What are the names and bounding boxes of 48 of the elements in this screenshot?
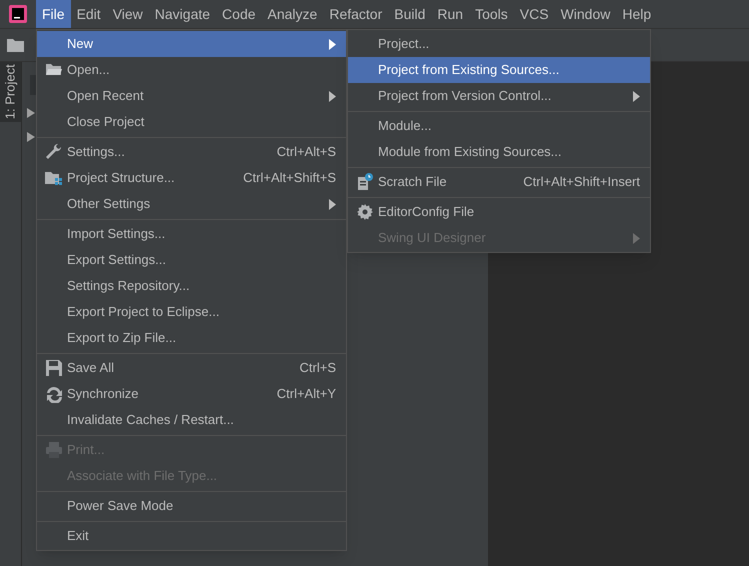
menu-item[interactable]: Save All Ctrl+S [37,355,346,381]
menu-item[interactable]: Run [431,0,470,28]
menu-item[interactable]: Export Project to Eclipse... [37,299,346,325]
expand-arrow-icon[interactable] [27,132,35,142]
menu-item[interactable]: Window [554,0,616,28]
menu-item[interactable]: Other Settings [37,191,346,217]
scratch-file-icon [356,173,374,191]
menu-item[interactable]: Invalidate Caches / Restart... [37,407,346,433]
menu-item[interactable]: Build [388,0,432,28]
menu-item[interactable]: Project from Version Control... [348,83,650,109]
printer-icon [45,441,63,459]
menu-item[interactable]: VCS [514,0,555,28]
menu-item[interactable]: Synchronize Ctrl+Alt+Y [37,381,346,407]
sync-icon [45,385,63,403]
menu-item[interactable]: Import Settings... [37,221,346,247]
menu-item[interactable]: Help [616,0,658,28]
app-logo-icon [9,5,27,23]
menu-item[interactable]: Exit [37,523,346,549]
expand-arrow-icon[interactable] [27,108,35,118]
menu-item[interactable]: Module... [348,113,650,139]
menu-item[interactable]: Project... [348,31,650,57]
menu-item[interactable]: Code [216,0,262,28]
menu-item[interactable]: Analyze [262,0,324,28]
menu-item[interactable]: Refactor [323,0,388,28]
menu-item[interactable]: Export to Zip File... [37,325,346,351]
menu-item[interactable]: Settings Repository... [37,273,346,299]
menu-item[interactable]: Project Structure... Ctrl+Alt+Shift+S [37,165,346,191]
menu-item[interactable]: Open Recent [37,83,346,109]
menu-item[interactable]: Settings... Ctrl+Alt+S [37,139,346,165]
folder-icon [7,38,24,52]
menu-item[interactable]: Power Save Mode [37,493,346,519]
menu-item[interactable]: Open... [37,57,346,83]
menu-item[interactable]: View [106,0,149,28]
menu-item[interactable]: Edit [70,0,107,28]
menu-item[interactable]: Scratch File Ctrl+Alt+Shift+Insert [348,169,650,195]
settings-icon [356,203,374,221]
menu-item[interactable]: EditorConfig File [348,199,650,225]
folder-icon [45,169,63,187]
menu-item[interactable]: File [36,0,71,28]
menu-item[interactable]: Navigate [148,0,216,28]
menu-item[interactable]: Export Settings... [37,247,346,273]
menu-item[interactable]: Close Project [37,109,346,135]
wrench-icon [45,143,63,161]
menu-item[interactable]: Project from Existing Sources... [348,57,650,83]
menu-item[interactable]: New [37,31,346,57]
menu-item[interactable]: Tools [469,0,514,28]
tool-window-tab[interactable]: 1: Project [0,62,21,122]
menu-item[interactable]: Module from Existing Sources... [348,139,650,165]
